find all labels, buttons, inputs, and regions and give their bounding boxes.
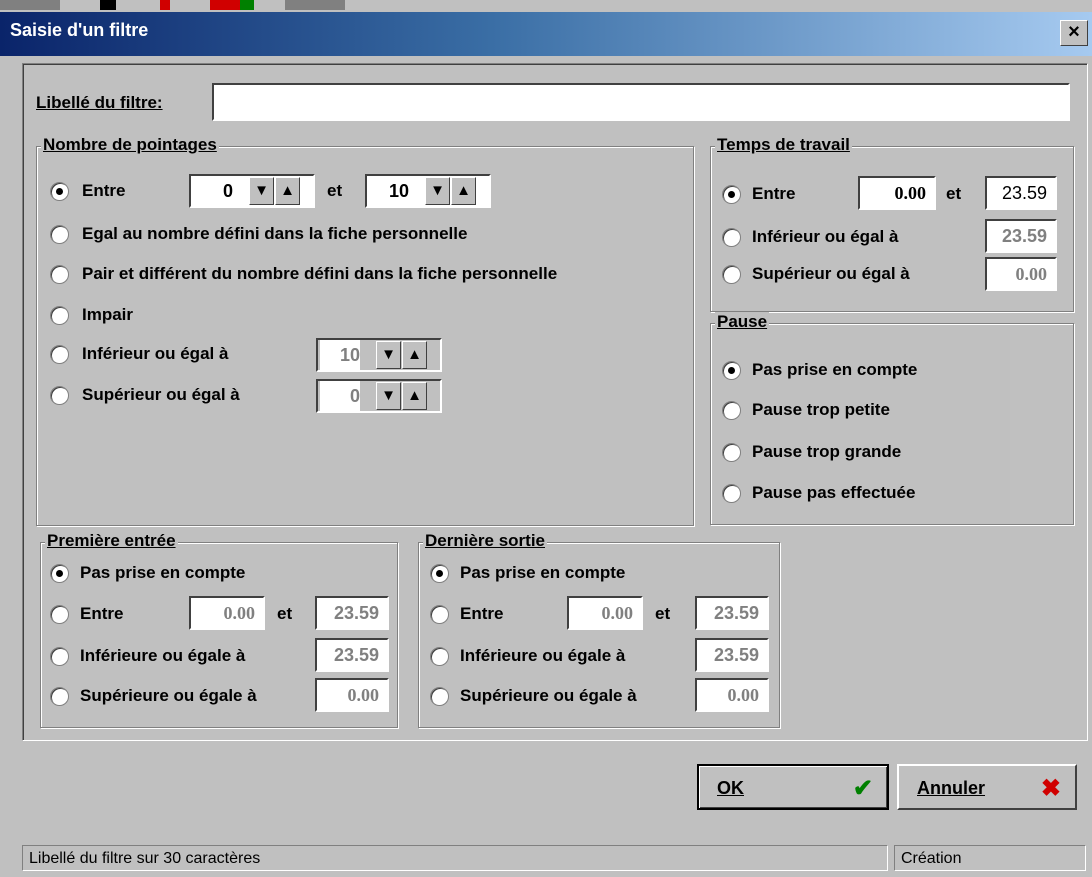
- spin-up-icon[interactable]: ▲: [402, 341, 427, 369]
- temps-inferieur-field[interactable]: 23.59: [985, 219, 1057, 253]
- temps-inferieur-radio[interactable]: [722, 228, 741, 247]
- temps-min-field[interactable]: 0.00: [858, 176, 936, 210]
- nombre-entre-radio[interactable]: [50, 182, 69, 201]
- derniere-et-label: et: [655, 604, 671, 623]
- pause-option-label: Pause trop grande: [752, 442, 902, 461]
- pause-option-label: Pause trop petite: [752, 400, 890, 419]
- derniere-inferieure-radio[interactable]: [430, 647, 449, 666]
- nombre-egal-label: Egal au nombre défini dans la fiche pers…: [82, 224, 468, 243]
- premiere-inferieure-field[interactable]: 23.59: [315, 638, 389, 672]
- derniere-superieure-field[interactable]: 0.00: [695, 678, 769, 712]
- pause-option-label: Pas prise en compte: [752, 360, 918, 379]
- ok-button[interactable]: OK ✔: [697, 764, 889, 810]
- nombre-max-spinner[interactable]: 10 ▼ ▲: [365, 174, 491, 208]
- pause-legend: Pause: [715, 312, 770, 332]
- derniere-pas-radio[interactable]: [430, 564, 449, 583]
- nombre-pair-label: Pair et différent du nombre défini dans …: [82, 264, 558, 283]
- pause-option-radio[interactable]: [722, 401, 741, 420]
- premiere-superieure-field[interactable]: 0.00: [315, 678, 389, 712]
- close-button[interactable]: ×: [1060, 20, 1088, 46]
- premiere-pas-label: Pas prise en compte: [80, 563, 246, 582]
- libelle-input[interactable]: [212, 83, 1070, 121]
- derniere-inferieure-field[interactable]: 23.59: [695, 638, 769, 672]
- premiere-pas-radio[interactable]: [50, 564, 69, 583]
- temps-entre-radio[interactable]: [722, 185, 741, 204]
- pause-option-radio[interactable]: [722, 443, 741, 462]
- derniere-superieure-radio[interactable]: [430, 687, 449, 706]
- spin-up-icon[interactable]: ▲: [275, 177, 300, 205]
- nombre-inferieur-spinner[interactable]: 10 ▼ ▲: [316, 338, 442, 372]
- nombre-superieur-label: Supérieur ou égal à: [82, 385, 240, 404]
- spin-up-icon[interactable]: ▲: [402, 382, 427, 410]
- nombre-min-value: 0: [222, 181, 233, 201]
- premiere-et-label: et: [277, 604, 293, 623]
- nombre-impair-radio[interactable]: [50, 306, 69, 325]
- status-bar-mode: Création: [894, 845, 1086, 871]
- premiere-max-field[interactable]: 23.59: [315, 596, 389, 630]
- nombre-superieur-radio[interactable]: [50, 386, 69, 405]
- premiere-entre-radio[interactable]: [50, 605, 69, 624]
- premiere-superieure-radio[interactable]: [50, 687, 69, 706]
- temps-entre-label: Entre: [752, 184, 796, 203]
- nombre-inferieur-value: 10: [320, 340, 360, 370]
- derniere-inferieure-label: Inférieure ou égale à: [460, 646, 626, 665]
- nombre-inferieur-label: Inférieur ou égal à: [82, 344, 229, 363]
- cancel-button[interactable]: Annuler ✖: [897, 764, 1077, 810]
- temps-inferieur-label: Inférieur ou égal à: [752, 227, 899, 246]
- nombre-impair-label: Impair: [82, 305, 134, 324]
- ok-button-label: OK: [717, 778, 744, 798]
- pause-option-label: Pause pas effectuée: [752, 483, 916, 502]
- nombre-superieur-value: 0: [320, 381, 360, 411]
- background-app-strip: [0, 0, 1092, 12]
- spin-up-icon[interactable]: ▲: [451, 177, 476, 205]
- nombre-pair-radio[interactable]: [50, 265, 69, 284]
- premiere-inferieure-radio[interactable]: [50, 647, 69, 666]
- temps-superieur-label: Supérieur ou égal à: [752, 264, 910, 283]
- temps-travail-legend: Temps de travail: [715, 135, 852, 155]
- temps-superieur-field[interactable]: 0.00: [985, 257, 1057, 291]
- derniere-pas-label: Pas prise en compte: [460, 563, 626, 582]
- temps-superieur-radio[interactable]: [722, 265, 741, 284]
- nombre-egal-radio[interactable]: [50, 225, 69, 244]
- temps-et-label: et: [946, 184, 962, 203]
- spin-down-icon[interactable]: ▼: [425, 177, 450, 205]
- nombre-min-spinner[interactable]: 0 ▼ ▲: [189, 174, 315, 208]
- nombre-et-label: et: [327, 181, 343, 200]
- nombre-max-value: 10: [388, 181, 409, 201]
- spin-down-icon[interactable]: ▼: [376, 382, 401, 410]
- status-bar-message: Libellé du filtre sur 30 caractères: [22, 845, 888, 871]
- derniere-sortie-legend: Dernière sortie: [423, 531, 547, 551]
- derniere-superieure-label: Supérieure ou égale à: [460, 686, 637, 705]
- premiere-inferieure-label: Inférieure ou égale à: [80, 646, 246, 665]
- checkmark-icon: ✔: [852, 775, 873, 802]
- nombre-entre-label: Entre: [82, 181, 126, 200]
- derniere-max-field[interactable]: 23.59: [695, 596, 769, 630]
- cross-icon: ✖: [1040, 775, 1061, 802]
- window-title: Saisie d'un filtre: [10, 20, 149, 40]
- title-bar: Saisie d'un filtre ×: [0, 12, 1092, 56]
- spin-down-icon[interactable]: ▼: [249, 177, 274, 205]
- premiere-superieure-label: Supérieure ou égale à: [80, 686, 257, 705]
- derniere-entre-label: Entre: [460, 604, 504, 623]
- premiere-min-field[interactable]: 0.00: [189, 596, 265, 630]
- premiere-entre-label: Entre: [80, 604, 124, 623]
- derniere-min-field[interactable]: 0.00: [567, 596, 643, 630]
- pause-option-radio[interactable]: [722, 361, 741, 380]
- temps-max-field[interactable]: 23.59: [985, 176, 1057, 210]
- nombre-pointages-legend: Nombre de pointages: [41, 135, 219, 155]
- libelle-label: Libellé du filtre:: [36, 93, 163, 112]
- cancel-button-label: Annuler: [917, 778, 986, 798]
- pause-option-radio[interactable]: [722, 484, 741, 503]
- nombre-superieur-spinner[interactable]: 0 ▼ ▲: [316, 379, 442, 413]
- premiere-entree-legend: Première entrée: [45, 531, 178, 551]
- nombre-inferieur-radio[interactable]: [50, 345, 69, 364]
- derniere-entre-radio[interactable]: [430, 605, 449, 624]
- spin-down-icon[interactable]: ▼: [376, 341, 401, 369]
